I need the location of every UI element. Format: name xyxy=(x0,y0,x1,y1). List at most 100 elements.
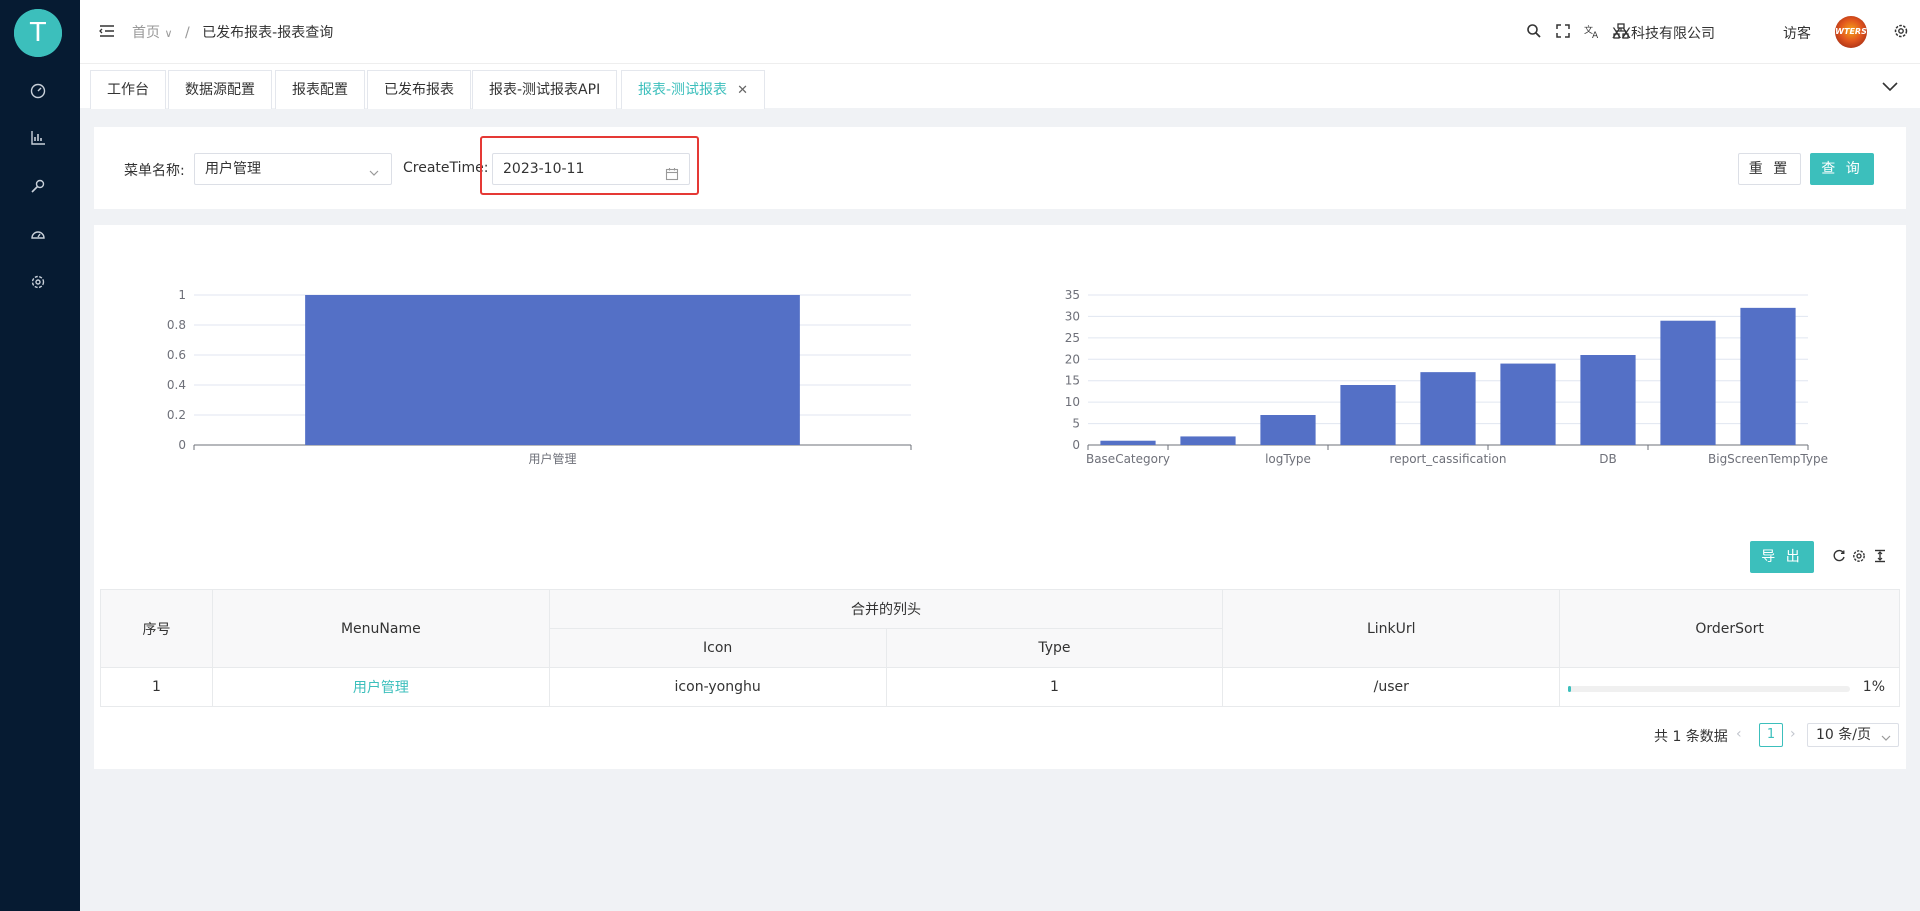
header-link-url[interactable]: LinkUrl xyxy=(1222,589,1561,668)
settings-icon[interactable] xyxy=(28,272,48,292)
bar xyxy=(1740,307,1796,445)
cell-icon: icon-yonghu xyxy=(548,667,887,707)
fullscreen-icon[interactable] xyxy=(1554,22,1572,40)
menu-name-label: 菜单名称: xyxy=(124,163,185,179)
y-tick-label: 15 xyxy=(1065,374,1080,388)
dashboard-icon[interactable] xyxy=(28,80,48,100)
y-tick-label: 10 xyxy=(1065,395,1080,409)
header-icon[interactable]: Icon xyxy=(548,628,887,668)
pagination-prev-icon[interactable]: ‹ xyxy=(1736,726,1742,742)
bar xyxy=(1660,320,1716,445)
x-tick-label: DB xyxy=(1599,452,1616,466)
close-icon[interactable]: ✕ xyxy=(737,83,748,98)
bar xyxy=(1100,440,1156,445)
chevron-down-icon xyxy=(1880,729,1892,741)
translate-icon[interactable]: 文A xyxy=(1583,22,1601,41)
x-tick-label: 用户管理 xyxy=(528,451,576,466)
bar xyxy=(1500,363,1556,445)
cell-menu-name[interactable]: 用户管理 xyxy=(211,667,550,707)
reset-button[interactable]: 重 置 xyxy=(1738,153,1801,185)
breadcrumb-home[interactable]: 首页 xyxy=(132,25,160,41)
page-size-value: 10 条/页 xyxy=(1816,727,1871,743)
tab-report-test-api[interactable]: 报表-测试报表API xyxy=(472,70,618,109)
user-name[interactable]: 访客 xyxy=(1783,23,1811,43)
company-name[interactable]: XX科技有限公司 xyxy=(1612,23,1715,43)
chevron-down-icon[interactable] xyxy=(1880,76,1900,96)
y-tick-label: 35 xyxy=(1065,288,1080,302)
y-tick-label: 1 xyxy=(178,288,186,302)
y-tick-label: 0 xyxy=(178,438,186,452)
create-time-label: CreateTime: xyxy=(403,160,489,176)
header-menu-name[interactable]: MenuName xyxy=(211,589,550,668)
y-tick-label: 0.2 xyxy=(167,408,186,422)
order-sort-progress-text: 1% xyxy=(1862,679,1885,695)
pagination-next-icon[interactable]: › xyxy=(1790,726,1796,742)
table-row[interactable]: 1 用户管理 icon-yonghu 1 /user 1% xyxy=(100,667,1900,707)
pagination-page[interactable]: 1 xyxy=(1759,723,1783,747)
gauge-icon[interactable] xyxy=(28,224,48,244)
breadcrumb: 首页 ∨ / 已发布报表-报表查询 xyxy=(132,22,333,42)
wrench-icon[interactable] xyxy=(28,176,48,196)
pagination-total: 共 1 条数据 xyxy=(1654,729,1728,745)
tab-label: 数据源配置 xyxy=(185,82,255,98)
row-height-icon[interactable] xyxy=(1872,548,1888,564)
tab-label: 报表配置 xyxy=(292,82,348,98)
bar xyxy=(1180,436,1236,445)
bar-chart-icon[interactable] xyxy=(28,128,48,148)
refresh-icon[interactable] xyxy=(1831,548,1847,564)
order-sort-progress-fill xyxy=(1568,686,1572,692)
breadcrumb-separator: / xyxy=(184,25,190,41)
search-icon[interactable] xyxy=(1525,22,1543,40)
bar xyxy=(1580,355,1636,445)
page-size-select[interactable]: 10 条/页 xyxy=(1807,723,1899,747)
x-tick-label: report_cassification xyxy=(1390,452,1507,466)
chart-right: 0 5 10 15 20 25 30 35 BaseCategory logType report_… xyxy=(1000,225,1900,479)
calendar-icon xyxy=(665,162,679,181)
menu-name-link[interactable]: 用户管理 xyxy=(353,680,409,696)
search-panel: 菜单名称: 用户管理 CreateTime: 2023-10-11 重 置 查 … xyxy=(94,127,1906,209)
create-time-date-picker[interactable]: 2023-10-11 xyxy=(492,153,690,185)
chevron-down-icon xyxy=(367,161,381,176)
svg-text:A: A xyxy=(1592,31,1599,40)
y-tick-label: 30 xyxy=(1065,309,1080,323)
menu-fold-icon[interactable] xyxy=(98,22,116,40)
x-tick-label: BaseCategory xyxy=(1086,452,1170,466)
chart-left: 0 0.2 0.4 0.6 0.8 1 用户管理 xyxy=(94,225,994,479)
logo-t-icon: T xyxy=(30,18,46,48)
menu-name-select[interactable]: 用户管理 xyxy=(194,153,392,185)
header-merged: 合并的列头 xyxy=(548,589,1224,629)
y-tick-label: 25 xyxy=(1065,331,1080,345)
column-settings-icon[interactable] xyxy=(1851,548,1867,564)
gear-icon[interactable] xyxy=(1892,22,1910,40)
query-button[interactable]: 查 询 xyxy=(1810,153,1874,185)
tab-label: 报表-测试报表 xyxy=(638,82,728,98)
y-tick-label: 20 xyxy=(1065,352,1080,366)
tab-label: 报表-测试报表API xyxy=(489,82,601,98)
y-tick-label: 0.6 xyxy=(167,348,186,362)
y-tick-label: 0.4 xyxy=(167,378,186,392)
sidebar: T xyxy=(0,0,80,911)
tab-bar: 工作台 数据源配置 报表配置 已发布报表 报表-测试报表API 报表-测试报表 ✕ xyxy=(80,64,1920,109)
app-logo[interactable]: T xyxy=(14,9,62,57)
order-sort-progress-track xyxy=(1568,686,1851,692)
cell-order-sort: 1% xyxy=(1559,667,1900,707)
tab-published-reports[interactable]: 已发布报表 xyxy=(367,70,471,109)
tab-label: 已发布报表 xyxy=(384,82,454,98)
chevron-down-icon[interactable]: ∨ xyxy=(164,27,172,40)
avatar[interactable]: WTERS xyxy=(1835,16,1867,48)
tab-datasource-config[interactable]: 数据源配置 xyxy=(168,70,272,109)
report-panel: 0 0.2 0.4 0.6 0.8 1 用户管理 0 5 10 15 20 25 30 35 BaseCat… xyxy=(94,225,1906,769)
tab-report-test[interactable]: 报表-测试报表 ✕ xyxy=(621,70,765,109)
cell-type: 1 xyxy=(885,667,1224,707)
date-value: 2023-10-11 xyxy=(503,161,585,177)
x-tick-label: BigScreenTempType xyxy=(1708,452,1828,466)
header-order-sort[interactable]: OrderSort xyxy=(1559,589,1900,668)
header-type[interactable]: Type xyxy=(885,628,1224,668)
tab-report-config[interactable]: 报表配置 xyxy=(275,70,365,109)
export-button[interactable]: 导 出 xyxy=(1750,541,1814,573)
tab-workbench[interactable]: 工作台 xyxy=(90,70,166,109)
cell-link-url: /user xyxy=(1222,667,1561,707)
breadcrumb-current: 已发布报表-报表查询 xyxy=(202,25,334,41)
menu-name-value: 用户管理 xyxy=(205,161,261,177)
tab-label: 工作台 xyxy=(107,82,149,98)
